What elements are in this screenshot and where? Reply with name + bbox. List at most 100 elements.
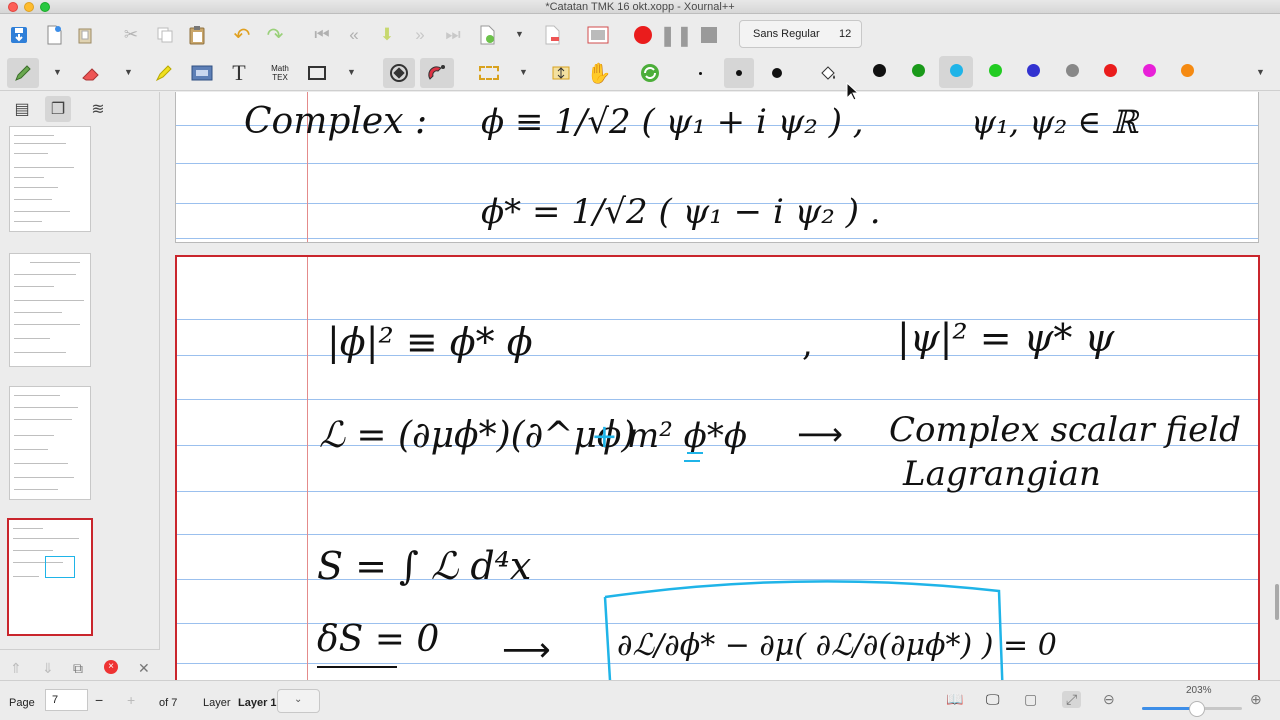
goto-page-button[interactable]: ⬇ — [375, 23, 399, 47]
close-sidebar-button[interactable]: ✕ — [138, 660, 150, 677]
pen-dropdown-arrow[interactable]: ▼ — [53, 67, 62, 77]
save-button[interactable] — [7, 23, 31, 47]
add-page-dropdown-arrow[interactable]: ▼ — [515, 29, 524, 39]
snapping-tool-button[interactable] — [420, 58, 454, 88]
view-two-pages-button[interactable]: 📖 — [946, 691, 963, 708]
move-page-up-button[interactable]: ⇑ — [10, 660, 22, 677]
open-button[interactable] — [74, 23, 98, 47]
redo-button[interactable]: ↷ — [263, 23, 287, 47]
pause-button[interactable]: ❚❚ — [659, 23, 693, 47]
delete-circle-icon: × — [104, 660, 118, 674]
cut-button[interactable]: ✂ — [119, 23, 143, 47]
ink-plus-sign: + — [591, 417, 618, 455]
mouse-pointer-icon — [846, 82, 860, 101]
page-thumbnail-6[interactable] — [9, 386, 91, 500]
vertical-space-button[interactable] — [549, 61, 573, 85]
layer-selector[interactable]: ⌄ — [277, 689, 320, 713]
page-6[interactable]: Complex : ϕ ≡ 1/√2 ( ψ₁ + i ψ₂ ) , ψ₁, ψ… — [175, 92, 1259, 243]
next-page-button[interactable]: » — [408, 23, 432, 47]
color-swatch-5[interactable] — [1027, 64, 1040, 77]
hand-tool-button[interactable]: ✋ — [587, 61, 612, 85]
zoom-in-button[interactable]: ⊕ — [1250, 691, 1262, 708]
presentation-mode-button[interactable] — [586, 23, 610, 47]
paste-button[interactable] — [185, 23, 209, 47]
eraser-tool-button[interactable] — [80, 61, 104, 85]
page-7[interactable]: |ϕ|² ≡ ϕ* ϕ , |ψ|² = ψ* ψ ℒ = (∂μϕ*)(∂^μ… — [175, 255, 1260, 680]
ruler-tool-button[interactable] — [383, 58, 415, 88]
font-selector[interactable]: Sans Regular 12 — [739, 20, 862, 48]
new-document-button[interactable] — [42, 23, 66, 47]
move-page-down-button[interactable]: ⇓ — [42, 660, 54, 677]
color-swatch-4[interactable] — [989, 64, 1002, 77]
fill-button[interactable] — [816, 61, 840, 85]
color-swatch-8[interactable] — [1143, 64, 1156, 77]
default-tool-button[interactable] — [638, 61, 662, 85]
add-page-icon — [480, 25, 495, 45]
thickness-thick-button[interactable] — [765, 61, 789, 85]
page-number-input[interactable]: 7 — [45, 689, 88, 711]
copy-button[interactable] — [153, 23, 177, 47]
zoom-fit-button[interactable]: ▢ — [1024, 691, 1037, 708]
ink-comma: , — [802, 324, 813, 364]
sidebar-tab-pages[interactable]: ❐ — [45, 96, 71, 122]
medium-dot-icon — [736, 70, 742, 76]
pen-icon — [15, 65, 31, 81]
sidebar-tab-outline[interactable]: ▤ — [9, 96, 35, 122]
shape-dropdown-arrow[interactable]: ▼ — [347, 67, 356, 77]
font-size: 12 — [839, 28, 852, 40]
rectangle-icon — [308, 66, 326, 80]
last-page-button[interactable]: ⏭ — [441, 23, 465, 47]
open-folder-icon — [78, 28, 92, 44]
eraser-dropdown-arrow[interactable]: ▼ — [124, 67, 133, 77]
page-decrement-button[interactable]: − — [95, 692, 103, 708]
toolbar-overflow-arrow[interactable]: ▼ — [1256, 67, 1265, 77]
sidebar-tab-layers[interactable]: ≋ — [85, 96, 111, 122]
page-increment-button[interactable]: + — [127, 692, 135, 708]
page-number-value: 7 — [52, 694, 59, 706]
color-swatch-2[interactable] — [912, 64, 925, 77]
previous-page-button[interactable]: « — [342, 23, 366, 47]
refresh-icon — [641, 64, 659, 82]
paint-bucket-icon — [821, 66, 835, 80]
page-7-ink: |ϕ|² ≡ ϕ* ϕ , |ψ|² = ψ* ψ ℒ = (∂μϕ*)(∂^μ… — [317, 316, 1241, 680]
select-rectangle-button[interactable] — [477, 61, 501, 85]
view-presentation-button[interactable]: 🖵 — [986, 691, 1000, 708]
page-thumbnail-4[interactable] — [9, 126, 91, 232]
math-tex-button[interactable]: Math TEX — [266, 61, 294, 85]
thickness-medium-button[interactable] — [724, 58, 754, 88]
thickness-fine-button[interactable] — [688, 61, 712, 85]
zoom-slider-knob[interactable] — [1189, 701, 1205, 717]
math-label: Math — [271, 64, 289, 73]
select-dropdown-arrow[interactable]: ▼ — [519, 67, 528, 77]
pen-tool-button[interactable] — [7, 58, 39, 88]
text-tool-button[interactable]: T — [227, 60, 251, 85]
color-swatch-6[interactable] — [1066, 64, 1079, 77]
color-swatch-1[interactable] — [873, 64, 886, 77]
record-button[interactable] — [631, 23, 655, 47]
delete-page-button[interactable] — [540, 23, 564, 47]
copy-page-button[interactable]: ⧉ — [73, 660, 83, 677]
thumbnail-highlight-box — [45, 556, 75, 578]
vertical-scrollbar-thumb[interactable] — [1275, 584, 1279, 620]
zoom-out-button[interactable]: ⊖ — [1103, 691, 1115, 708]
stop-button[interactable] — [697, 23, 721, 47]
document-view[interactable]: Complex : ϕ ≡ 1/√2 ( ψ₁ + i ψ₂ ) , ψ₁, ψ… — [161, 92, 1272, 680]
stop-icon — [701, 27, 717, 43]
color-swatch-3[interactable] — [950, 64, 963, 77]
image-tool-button[interactable] — [190, 61, 214, 85]
shape-tool-button[interactable] — [305, 61, 329, 85]
page-thumbnail-5[interactable] — [9, 253, 91, 367]
add-page-button[interactable] — [475, 23, 499, 47]
first-page-button[interactable]: ⏮ — [310, 23, 334, 47]
color-swatch-9[interactable] — [1181, 64, 1194, 77]
page-thumbnail-7[interactable] — [7, 518, 93, 636]
undo-button[interactable]: ↶ — [230, 23, 254, 47]
delete-page-sidebar-button[interactable]: × — [104, 660, 118, 674]
zoom-fit-width-button[interactable]: ⤢ — [1062, 691, 1082, 708]
next-page-icon: » — [415, 25, 425, 44]
title-bar: *Catatan TMK 16 okt.xopp - Xournal++ — [0, 0, 1280, 14]
copy-icon — [157, 27, 173, 43]
highlighter-tool-button[interactable] — [152, 61, 176, 85]
color-swatch-7[interactable] — [1104, 64, 1117, 77]
ink-phi-star-definition: ϕ* = 1/√2 ( ψ₁ − i ψ₂ ) . — [481, 192, 881, 232]
